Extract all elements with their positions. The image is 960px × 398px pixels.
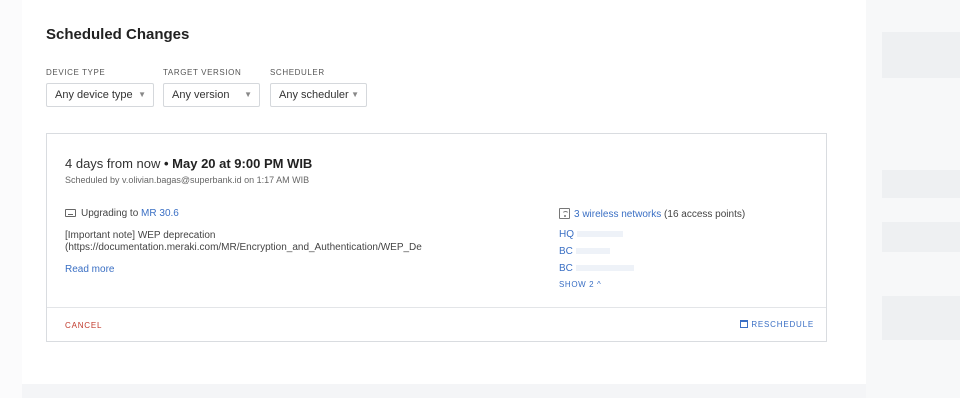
chevron-down-icon: ▼ xyxy=(351,90,359,99)
target-version-label: TARGET VERSION xyxy=(163,68,242,77)
network-name: BC xyxy=(559,246,573,257)
device-type-label: DEVICE TYPE xyxy=(46,68,106,77)
release-note: [Important note] WEP deprecation (https:… xyxy=(65,230,473,254)
device-type-select[interactable]: Any device type ▼ xyxy=(46,83,154,107)
absolute-time: • May 20 at 9:00 PM WIB xyxy=(164,156,313,171)
chevron-down-icon: ▼ xyxy=(138,90,146,99)
reschedule-label: RESCHEDULE xyxy=(751,320,814,329)
show-more-toggle[interactable]: SHOW 2 ^ xyxy=(559,280,601,289)
page-title: Scheduled Changes xyxy=(46,26,190,43)
reschedule-button[interactable]: RESCHEDULE xyxy=(740,320,814,329)
network-name: HQ xyxy=(559,229,574,240)
network-link[interactable]: HQ xyxy=(559,229,623,240)
access-points-count: (16 access points) xyxy=(664,209,746,220)
note-line-1: [Important note] WEP deprecation xyxy=(65,230,216,241)
calendar-icon xyxy=(740,320,749,328)
upgrade-prefix: Upgrading to xyxy=(81,208,139,219)
cancel-button[interactable]: CANCEL xyxy=(65,321,102,330)
device-type-value: Any device type xyxy=(55,89,133,101)
scheduler-label: SCHEDULER xyxy=(270,68,325,77)
wireless-networks-link[interactable]: 3 wireless networks xyxy=(574,209,661,220)
left-background xyxy=(0,0,22,398)
network-link[interactable]: BC xyxy=(559,246,610,257)
scheduler-select[interactable]: Any scheduler ▼ xyxy=(270,83,367,107)
chevron-down-icon: ▼ xyxy=(244,90,252,99)
card-divider xyxy=(47,307,826,308)
network-name: BC xyxy=(559,263,573,274)
schedule-time: 4 days from now • May 20 at 9:00 PM WIB xyxy=(65,156,312,171)
scheduler-value: Any scheduler xyxy=(279,89,349,101)
wifi-icon xyxy=(559,208,570,219)
scheduled-by: Scheduled by v.olivian.bagas@superbank.i… xyxy=(65,175,310,185)
firmware-version-link[interactable]: MR 30.6 xyxy=(141,208,179,219)
read-more-link[interactable]: Read more xyxy=(65,264,114,275)
target-version-select[interactable]: Any version ▼ xyxy=(163,83,260,107)
right-background xyxy=(866,0,960,398)
scheduled-change-card: 4 days from now • May 20 at 9:00 PM WIB … xyxy=(46,133,827,342)
upgrade-info: Upgrading to MR 30.6 xyxy=(65,208,179,219)
scheduled-changes-panel: Scheduled Changes DEVICE TYPE TARGET VER… xyxy=(22,0,866,384)
target-version-value: Any version xyxy=(172,89,230,101)
wireless-summary: 3 wireless networks (16 access points) xyxy=(559,208,745,220)
relative-time: 4 days from now xyxy=(65,156,161,171)
note-line-2: (https://documentation.meraki.com/MR/Enc… xyxy=(65,242,422,253)
device-icon xyxy=(65,209,76,217)
network-link[interactable]: BC xyxy=(559,263,634,274)
